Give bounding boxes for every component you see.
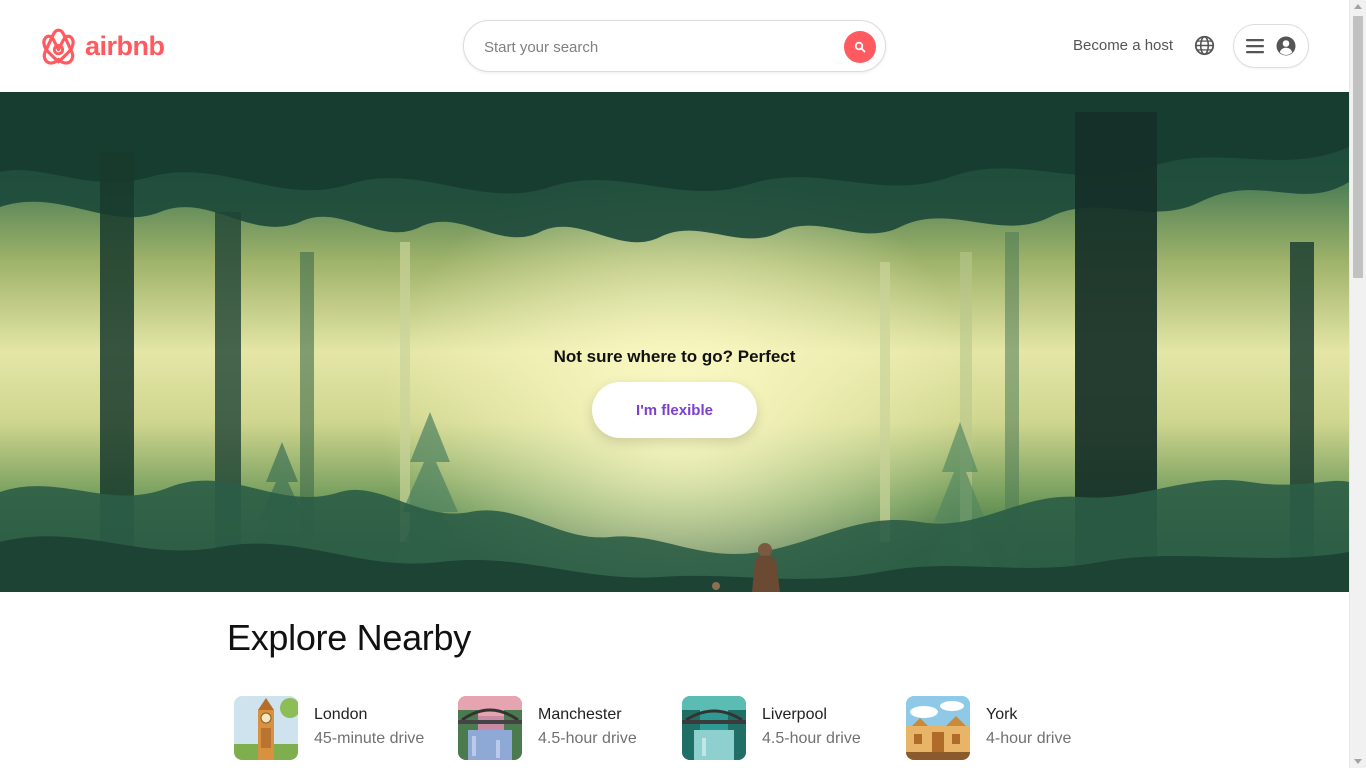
place-name: York: [986, 706, 1018, 723]
airbnb-logo[interactable]: airbnb: [39, 25, 165, 67]
place-card-york[interactable]: York 4-hour drive: [906, 696, 1130, 760]
user-menu-button[interactable]: [1233, 24, 1309, 68]
place-card-manchester[interactable]: Manchester 4.5-hour drive: [458, 696, 682, 760]
search-button[interactable]: [844, 31, 876, 63]
search-icon: [854, 41, 866, 53]
place-distance: 4.5-hour drive: [538, 730, 637, 747]
search-input[interactable]: [484, 34, 844, 60]
place-name: Liverpool: [762, 706, 827, 723]
top-header: airbnb Become a host: [0, 0, 1349, 92]
place-card-liverpool[interactable]: Liverpool 4.5-hour drive: [682, 696, 906, 760]
scrollbar-thumb[interactable]: [1353, 16, 1363, 278]
page-scrollbar[interactable]: [1349, 0, 1366, 768]
become-host-link[interactable]: Become a host: [1073, 37, 1173, 54]
scroll-down-arrow-icon[interactable]: [1354, 759, 1362, 764]
manchester-thumbnail: [458, 696, 522, 760]
place-distance: 4-hour drive: [986, 730, 1072, 747]
liverpool-thumbnail: [682, 696, 746, 760]
place-card-london[interactable]: London 45-minute drive: [234, 696, 458, 760]
im-flexible-button[interactable]: I'm flexible: [592, 382, 757, 438]
place-distance: 4.5-hour drive: [762, 730, 861, 747]
york-thumbnail: [906, 696, 970, 760]
user-avatar-icon: [1276, 36, 1296, 56]
london-thumbnail: [234, 696, 298, 760]
globe-icon[interactable]: [1194, 35, 1215, 56]
hero-banner: Not sure where to go? Perfect I'm flexib…: [0, 92, 1349, 592]
place-name: Manchester: [538, 706, 622, 723]
explore-nearby-title: Explore Nearby: [227, 617, 471, 658]
hero-title: Not sure where to go? Perfect: [553, 347, 796, 366]
airbnb-belo-icon: [42, 28, 75, 65]
place-name: London: [314, 706, 368, 723]
place-distance: 45-minute drive: [314, 730, 425, 747]
search-bar[interactable]: [463, 20, 886, 72]
nearby-places-list: London 45-minute drive Manchester 4.5-ho…: [234, 696, 1130, 760]
hamburger-icon: [1246, 39, 1264, 54]
forest-illustration: [0, 92, 1349, 592]
brand-name: airbnb: [85, 30, 165, 61]
scroll-up-arrow-icon[interactable]: [1354, 4, 1362, 9]
